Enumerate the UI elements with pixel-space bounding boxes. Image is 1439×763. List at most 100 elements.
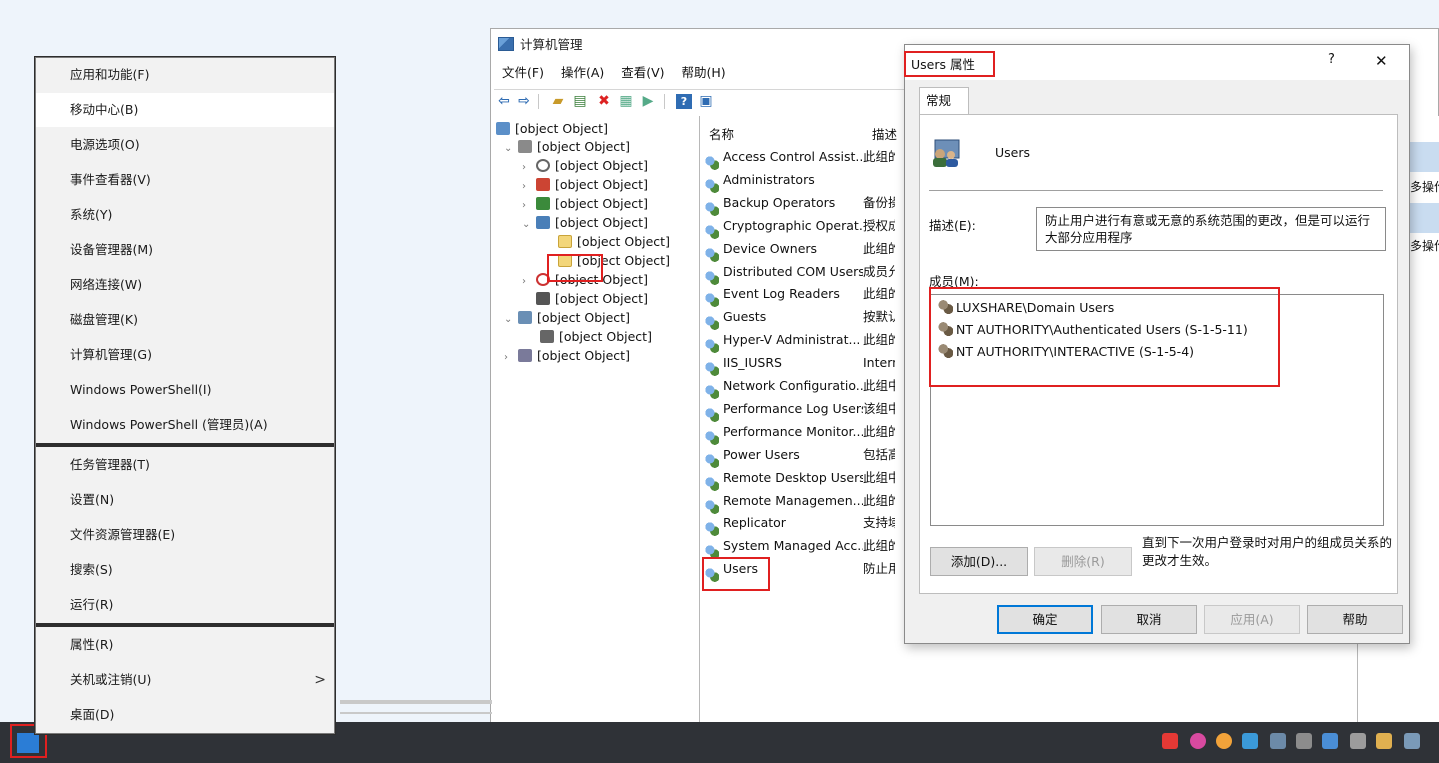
tree-item-users[interactable]: [object Object] <box>558 233 670 251</box>
tray-app-icon[interactable] <box>1322 733 1338 749</box>
group-row[interactable]: Backup Operators 备份操 <box>705 192 905 216</box>
menu-item-shutdown-or-signout[interactable]: 关机或注销(U) > <box>36 663 334 697</box>
column-header-desc[interactable]: 描述 <box>872 124 897 143</box>
menu-action[interactable]: 操作(A) <box>561 65 604 80</box>
group-row[interactable]: IIS_IUSRS Intern <box>705 352 905 377</box>
add-button[interactable]: 添加(D)... <box>930 547 1028 576</box>
menu-item-settings[interactable]: 设置(N) <box>36 483 334 517</box>
ok-button[interactable]: 确定 <box>997 605 1093 634</box>
group-icon <box>705 156 719 170</box>
group-row[interactable]: System Managed Acc...此组的 <box>705 535 905 560</box>
column-header-name[interactable]: 名称 <box>709 124 734 143</box>
group-row[interactable]: Hyper-V Administrat... 此组的 <box>705 329 905 354</box>
group-row[interactable]: Remote Desktop Users此组中 <box>705 467 905 491</box>
tree-item-shared-folders[interactable]: › [object Object] <box>522 195 648 213</box>
menu-item-powershell[interactable]: Windows PowerShell(I) <box>36 373 334 407</box>
menu-item-event-viewer[interactable]: 事件查看器(V) <box>36 163 334 197</box>
menu-item-properties[interactable]: 属性(R) <box>36 628 334 662</box>
group-icon <box>705 224 719 239</box>
group-row[interactable]: Performance Monitor...此组的 <box>705 421 905 445</box>
remove-button[interactable]: 删除(R) <box>1034 547 1132 576</box>
back-arrow-icon[interactable]: ⇦ <box>496 94 512 109</box>
group-row[interactable]: Remote Managemen...此组的 <box>705 490 905 514</box>
up-folder-icon[interactable]: ▰ <box>550 94 566 109</box>
menu-item-system[interactable]: 系统(Y) <box>36 198 334 232</box>
group-row[interactable]: Distributed COM Users成员允 <box>705 261 905 285</box>
chevron-down-icon[interactable]: ⌄ <box>522 216 536 234</box>
group-row[interactable]: Performance Log Users该组中 <box>705 398 905 422</box>
menu-item-task-manager[interactable]: 任务管理器(T) <box>36 448 334 482</box>
show-hide-tree-icon[interactable]: ▤ <box>572 94 588 109</box>
tree-item-device-manager[interactable]: [object Object] <box>536 290 648 308</box>
group-icon <box>705 316 719 331</box>
help-icon[interactable]: ? <box>676 94 692 109</box>
tree-item-local-users-groups[interactable]: ⌄ [object Object] <box>522 214 648 232</box>
chevron-right-icon[interactable]: › <box>504 349 518 367</box>
chevron-right-icon[interactable]: › <box>522 197 536 215</box>
menu-view[interactable]: 查看(V) <box>621 65 664 80</box>
tray-app-icon[interactable] <box>1162 733 1178 749</box>
menu-item-file-explorer[interactable]: 文件资源管理器(E) <box>36 518 334 552</box>
tray-app-icon[interactable] <box>1242 733 1258 749</box>
tab-general[interactable]: 常规 <box>919 87 969 115</box>
chevron-right-icon[interactable]: › <box>522 273 536 291</box>
dialog-help-button[interactable]: ? <box>1328 52 1335 67</box>
tray-app-icon[interactable] <box>1350 733 1366 749</box>
chevron-down-icon[interactable]: ⌄ <box>504 140 518 158</box>
tray-app-icon[interactable] <box>1190 733 1206 749</box>
apply-button[interactable]: 应用(A) <box>1204 605 1300 634</box>
more-actions[interactable]: 多操作 <box>1410 178 1439 195</box>
chevron-right-icon[interactable]: › <box>522 178 536 196</box>
tray-app-icon[interactable] <box>1376 733 1392 749</box>
tray-app-icon[interactable] <box>1216 733 1232 749</box>
menu-item-desktop[interactable]: 桌面(D) <box>36 698 334 732</box>
menu-help[interactable]: 帮助(H) <box>682 65 726 80</box>
tree-item-event-viewer[interactable]: › [object Object] <box>522 176 648 194</box>
forward-arrow-icon[interactable]: ⇨ <box>516 94 532 109</box>
group-row[interactable]: Guests 按默认 <box>705 306 905 331</box>
delete-icon[interactable]: ✖ <box>596 94 612 109</box>
menu-item-run[interactable]: 运行(R) <box>36 588 334 622</box>
help-button[interactable]: 帮助 <box>1307 605 1403 634</box>
menu-item-powershell-admin[interactable]: Windows PowerShell (管理员)(A) <box>36 408 334 442</box>
menu-item-device-manager[interactable]: 设备管理器(M) <box>36 233 334 267</box>
menu-item-disk-management[interactable]: 磁盘管理(K) <box>36 303 334 337</box>
group-name: Users <box>995 145 1031 160</box>
group-row[interactable]: Network Configuratio...此组中 <box>705 375 905 399</box>
more-actions[interactable]: 多操作 <box>1410 237 1439 254</box>
group-row[interactable]: Event Log Readers 此组的 <box>705 283 905 308</box>
tray-app-icon[interactable] <box>1270 733 1286 749</box>
view-icon[interactable]: ▣ <box>698 94 714 109</box>
menu-item-label: 计算机管理(G) <box>70 347 152 362</box>
chevron-right-icon[interactable]: › <box>522 159 536 177</box>
tree-item-system-tools[interactable]: ⌄ [object Object] <box>504 138 630 156</box>
group-row[interactable]: Cryptographic Operat...授权成 <box>705 215 905 239</box>
group-icon <box>705 430 719 445</box>
menu-item-computer-management[interactable]: 计算机管理(G) <box>36 338 334 372</box>
export-icon[interactable]: ▶ <box>640 94 656 109</box>
tree-item-disk-management[interactable]: [object Object] <box>540 328 652 346</box>
group-row[interactable]: Power Users 包括高 <box>705 444 905 468</box>
description-field[interactable]: 防止用户进行有意或无意的系统范围的更改，但是可以运行大部分应用程序 <box>1036 207 1386 251</box>
menu-file[interactable]: 文件(F) <box>502 65 544 80</box>
menu-item-apps-and-features[interactable]: 应用和功能(F) <box>36 58 334 92</box>
tray-app-icon[interactable] <box>1404 733 1420 749</box>
close-icon[interactable]: ✕ <box>1375 52 1388 70</box>
menu-item-mobility-center[interactable]: 移动中心(B) <box>36 93 334 127</box>
menu-item-search[interactable]: 搜索(S) <box>36 553 334 587</box>
chevron-down-icon[interactable]: ⌄ <box>504 311 518 329</box>
cancel-button[interactable]: 取消 <box>1101 605 1197 634</box>
tree-item-storage[interactable]: ⌄ [object Object] <box>504 309 630 327</box>
tray-app-icon[interactable] <box>1296 733 1312 749</box>
menu-item-network-connections[interactable]: 网络连接(W) <box>36 268 334 302</box>
properties-icon[interactable]: ▦ <box>618 94 634 109</box>
group-name: Remote Managemen... <box>723 492 863 508</box>
group-row[interactable]: Access Control Assist...此组的 <box>705 146 905 170</box>
tree-item-services-apps[interactable]: › [object Object] <box>504 347 630 365</box>
group-row[interactable]: Replicator 支持域 <box>705 512 905 537</box>
group-row[interactable]: Device Owners 此组的 <box>705 238 905 262</box>
group-row[interactable]: Administrators <box>705 169 905 193</box>
tree-item-computer-management[interactable]: [object Object] <box>496 120 608 138</box>
tree-item-task-scheduler[interactable]: › [object Object] <box>522 157 648 175</box>
menu-item-power-options[interactable]: 电源选项(O) <box>36 128 334 162</box>
